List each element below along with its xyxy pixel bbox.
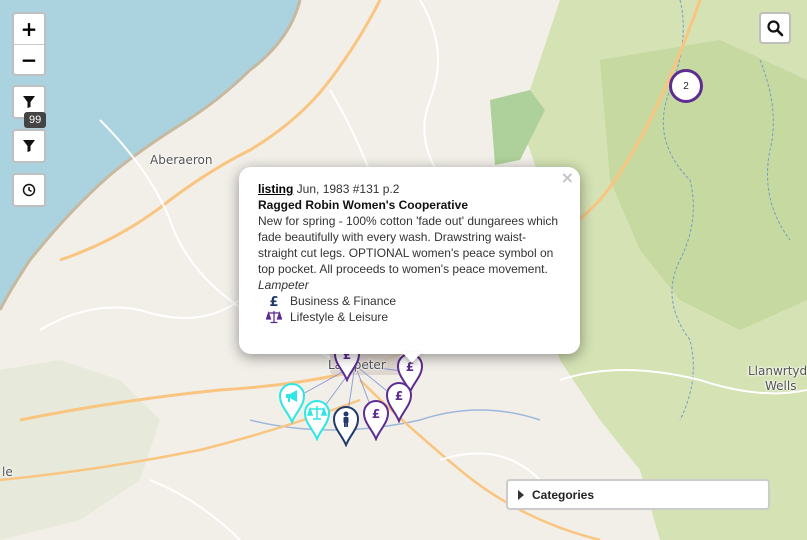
- listing-link[interactable]: listing: [258, 182, 293, 196]
- history-button[interactable]: [14, 175, 44, 205]
- zoom-controls: + −: [12, 12, 46, 76]
- map-marker-lifestyle[interactable]: [303, 399, 331, 441]
- popup-category-label: Lifestyle & Leisure: [290, 310, 389, 324]
- map-marker-campaign[interactable]: [278, 382, 306, 424]
- place-label-aberaeron: Aberaeron: [150, 153, 213, 167]
- svg-text:£: £: [372, 407, 380, 421]
- place-label-wells: Wells: [765, 379, 797, 393]
- filter-button-2[interactable]: [14, 131, 44, 161]
- clock-icon: [22, 183, 36, 197]
- categories-toggle[interactable]: Categories: [506, 479, 770, 510]
- popup-close-button[interactable]: ×: [561, 170, 574, 186]
- listing-popup: × listing Jun, 1983 #131 p.2 Ragged Robi…: [239, 167, 580, 354]
- caret-right-icon: [518, 489, 524, 500]
- place-label-llanwrtyd: Llanwrtyd: [748, 364, 807, 378]
- search-button[interactable]: [759, 12, 791, 44]
- place-label-partial: le: [2, 465, 13, 479]
- map-marker-person[interactable]: [332, 405, 360, 447]
- cluster-count: 2: [683, 80, 689, 92]
- pound-icon: £: [263, 294, 285, 308]
- popup-category-row: Lifestyle & Leisure: [258, 309, 561, 325]
- listing-place: Lampeter: [258, 278, 309, 292]
- zoom-out-button[interactable]: −: [14, 44, 44, 74]
- filter-icon: [23, 96, 35, 108]
- svg-text:£: £: [395, 389, 403, 403]
- popup-category-label: Business & Finance: [290, 294, 397, 308]
- balance-scale-icon: [263, 310, 285, 324]
- listing-title: Ragged Robin Women's Cooperative: [258, 198, 468, 212]
- popup-category-row: £ Business & Finance: [258, 293, 561, 309]
- history-control: [12, 173, 46, 207]
- search-icon: [767, 20, 784, 37]
- map-marker-business[interactable]: £: [362, 399, 390, 441]
- filter-icon: [23, 140, 35, 152]
- listing-meta: Jun, 1983 #131 p.2: [293, 182, 400, 196]
- popup-header: listing Jun, 1983 #131 p.2: [258, 181, 561, 197]
- categories-label: Categories: [532, 487, 595, 502]
- filter-count-badge: 99: [24, 112, 47, 128]
- zoom-in-button[interactable]: +: [14, 14, 44, 44]
- filter-control-2: [12, 129, 46, 163]
- popup-tip: [402, 352, 422, 363]
- svg-text:£: £: [269, 295, 278, 308]
- marker-cluster[interactable]: 2: [669, 69, 703, 103]
- listing-description: New for spring - 100% cotton 'fade out' …: [258, 214, 559, 276]
